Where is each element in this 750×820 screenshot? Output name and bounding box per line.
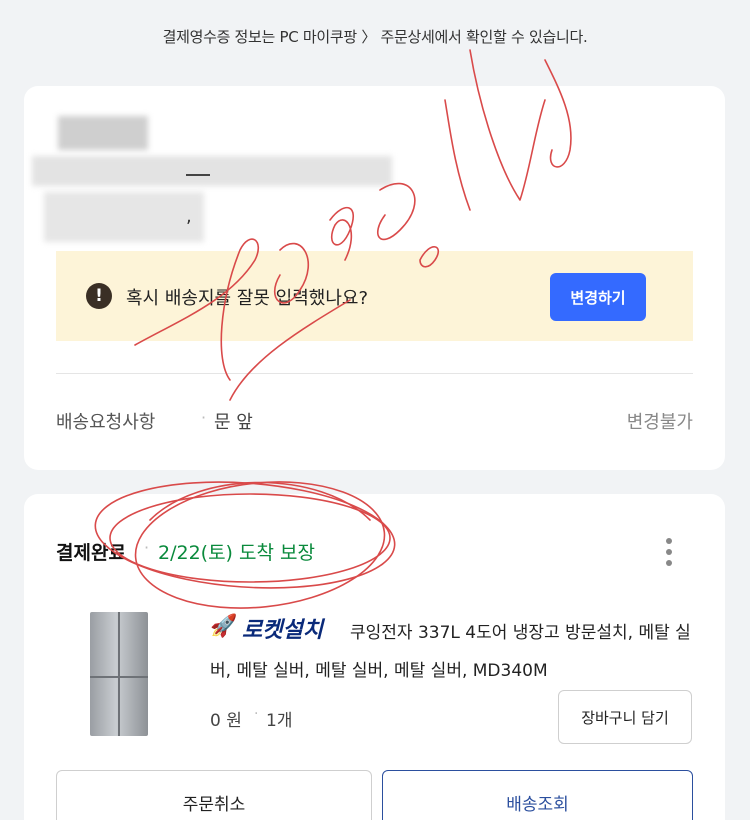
delivery-request-value: 문 앞 xyxy=(214,412,253,433)
change-address-button[interactable]: 변경하기 xyxy=(550,273,646,321)
blurred-recipient-name xyxy=(58,116,148,150)
address-warning-banner: ! 혹시 배송지를 잘못 입력했나요? 변경하기 xyxy=(56,251,693,341)
rocket-icon: 🚀 xyxy=(210,614,238,639)
product-quantity: 1개 xyxy=(266,711,293,731)
track-delivery-button[interactable]: 배송조회 xyxy=(382,770,693,820)
receipt-notice: 결제영수증 정보는 PC 마이쿠팡 〉 주문상세에서 확인할 수 있습니다. xyxy=(162,28,588,46)
order-status: 결제완료 xyxy=(56,542,126,564)
blurred-phone xyxy=(44,192,204,242)
delivery-request-label: 배송요청사항 xyxy=(56,412,156,433)
dot-separator: · xyxy=(201,408,207,427)
warning-text: 혹시 배송지를 잘못 입력했나요? xyxy=(126,288,368,309)
blurred-address-line xyxy=(32,156,392,186)
dot-separator: · xyxy=(254,706,259,722)
more-options-icon[interactable] xyxy=(665,538,673,568)
comma-mark: , xyxy=(186,206,192,227)
separator-mark xyxy=(186,174,210,176)
product-price: 0 원 xyxy=(210,711,242,731)
rocket-install-badge: 로켓설치 xyxy=(242,618,323,643)
order-detail-page: 결제영수증 정보는 PC 마이쿠팡 〉 주문상세에서 확인할 수 있습니다. ,… xyxy=(0,0,750,820)
divider xyxy=(56,373,693,374)
delivery-request-status: 변경불가 xyxy=(626,412,693,433)
exclamation-icon: ! xyxy=(86,283,112,309)
add-to-cart-button[interactable]: 장바구니 담기 xyxy=(558,690,692,744)
arrival-guarantee: 2/22(토) 도착 보장 xyxy=(158,542,315,564)
cancel-order-button[interactable]: 주문취소 xyxy=(56,770,372,820)
product-thumbnail[interactable] xyxy=(90,612,148,736)
delivery-address-card: , ! 혹시 배송지를 잘못 입력했나요? 변경하기 배송요청사항 · 문 앞 … xyxy=(24,86,725,470)
dot-separator: · xyxy=(144,538,150,557)
order-item-card: 결제완료 · 2/22(토) 도착 보장 쿠잉전자 337L 4도어 냉장고 방… xyxy=(24,494,725,820)
